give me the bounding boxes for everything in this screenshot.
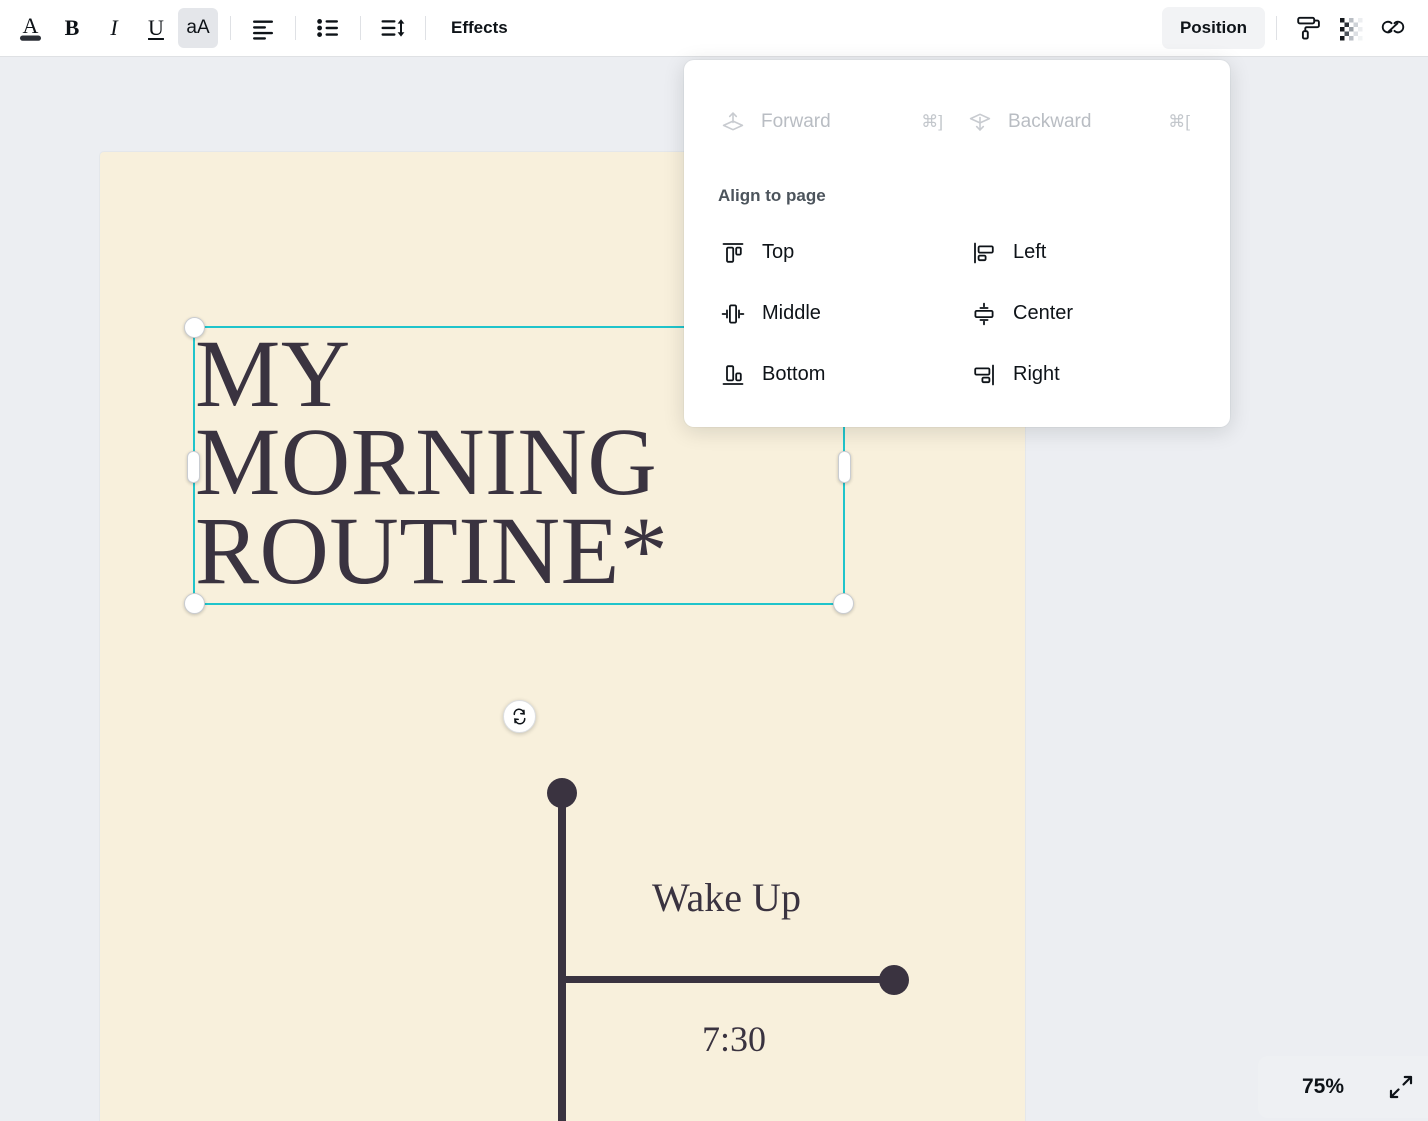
align-left-icon	[253, 20, 273, 40]
underline-button[interactable]: U	[136, 8, 176, 48]
arrange-order-row: Forward ⌘] Backward ⌘[	[710, 100, 1204, 144]
zoom-control: 75%	[1258, 1056, 1428, 1118]
align-center-item[interactable]: Center	[961, 283, 1204, 344]
send-backward-item[interactable]: Backward ⌘[	[957, 100, 1204, 144]
rotate-handle[interactable]	[503, 700, 536, 733]
italic-icon: I	[110, 15, 118, 40]
timeline-branch-dot[interactable]	[879, 965, 909, 995]
text-color-button[interactable]: A	[10, 8, 50, 48]
align-right-icon	[974, 364, 994, 385]
text-align-button[interactable]	[243, 8, 283, 48]
bullet-list-icon	[317, 19, 338, 37]
paint-roller-icon	[1297, 16, 1320, 40]
resize-handle-top-left[interactable]	[184, 317, 205, 338]
link-icon	[1381, 20, 1405, 34]
link-button[interactable]	[1373, 8, 1413, 48]
bold-button[interactable]: B	[52, 8, 92, 48]
align-middle-item[interactable]: Middle	[710, 283, 953, 344]
resize-handle-bottom-right[interactable]	[833, 593, 854, 614]
align-center-icon-wrap	[969, 301, 999, 327]
fullscreen-button[interactable]	[1374, 1060, 1428, 1114]
zoom-level-label[interactable]: 75%	[1258, 1075, 1374, 1099]
expand-arrows-icon	[1389, 1075, 1413, 1099]
align-right-label: Right	[1013, 363, 1060, 385]
align-top-label: Top	[762, 241, 795, 263]
align-top-icon	[722, 242, 744, 263]
line-spacing-icon	[381, 19, 405, 37]
resize-handle-bottom-left[interactable]	[184, 593, 205, 614]
align-middle-icon	[721, 304, 745, 324]
align-bottom-icon	[722, 364, 744, 385]
underline-icon: U	[148, 15, 164, 40]
bring-forward-shortcut: ⌘]	[921, 112, 943, 131]
resize-handle-middle-left[interactable]	[187, 450, 200, 483]
align-right-icon-wrap	[969, 362, 999, 388]
align-options-grid: Top Left Middle Center Bottom Right	[710, 222, 1204, 405]
paint-roller-button[interactable]	[1289, 8, 1329, 48]
toolbar-right-group: Position	[1161, 7, 1428, 49]
toolbar-divider	[230, 16, 231, 40]
send-backward-shortcut: ⌘[	[1168, 112, 1190, 131]
toolbar-divider	[425, 16, 426, 40]
position-button[interactable]: Position	[1161, 7, 1265, 49]
position-panel: Forward ⌘] Backward ⌘[ Align to page Top…	[684, 60, 1230, 427]
toolbar-divider	[1276, 16, 1277, 40]
align-left-item[interactable]: Left	[961, 222, 1204, 283]
italic-button[interactable]: I	[94, 8, 134, 48]
bold-icon: B	[64, 15, 80, 40]
send-backward-icon	[969, 113, 991, 131]
resize-handle-middle-right[interactable]	[838, 450, 851, 483]
letter-case-icon: aA	[186, 17, 210, 38]
align-middle-icon-wrap	[718, 301, 748, 327]
bring-forward-label: Forward	[761, 111, 831, 132]
effects-button[interactable]: Effects	[437, 8, 522, 48]
top-toolbar: A B I U aA Effects Position	[0, 0, 1428, 56]
align-center-label: Center	[1013, 302, 1074, 324]
align-center-icon	[974, 302, 994, 325]
send-backward-icon-wrap	[965, 109, 995, 135]
align-middle-label: Middle	[762, 302, 821, 324]
timeline-vertical-line[interactable]	[558, 790, 566, 1121]
bring-forward-icon-wrap	[718, 109, 748, 135]
svg-text:A: A	[22, 14, 38, 38]
toolbar-divider	[295, 16, 296, 40]
align-left-page-icon	[974, 242, 994, 263]
align-left-icon-wrap	[969, 240, 999, 266]
label-time[interactable]: 7:30	[702, 1018, 766, 1060]
bullet-list-button[interactable]	[308, 8, 348, 48]
label-wake-up[interactable]: Wake Up	[652, 874, 801, 921]
line-spacing-button[interactable]	[373, 8, 413, 48]
align-bottom-item[interactable]: Bottom	[710, 344, 953, 405]
align-section-title: Align to page	[718, 186, 826, 205]
align-bottom-label: Bottom	[762, 363, 826, 385]
timeline-branch-line[interactable]	[562, 976, 897, 983]
transparency-button[interactable]	[1331, 8, 1371, 48]
toolbar-divider	[360, 16, 361, 40]
align-left-label: Left	[1013, 241, 1047, 263]
letter-case-button[interactable]: aA	[178, 8, 218, 48]
toolbar-left-group: A B I U aA Effects	[0, 8, 522, 48]
align-bottom-icon-wrap	[718, 362, 748, 388]
text-color-icon: A	[19, 14, 41, 41]
rotate-icon	[513, 708, 526, 725]
align-right-item[interactable]: Right	[961, 344, 1204, 405]
bring-forward-item[interactable]: Forward ⌘]	[710, 100, 957, 144]
transparency-checkerboard-icon	[1340, 18, 1363, 41]
bring-forward-icon	[722, 112, 744, 131]
send-backward-label: Backward	[1008, 111, 1092, 132]
align-top-icon-wrap	[718, 240, 748, 266]
align-top-item[interactable]: Top	[710, 222, 953, 283]
